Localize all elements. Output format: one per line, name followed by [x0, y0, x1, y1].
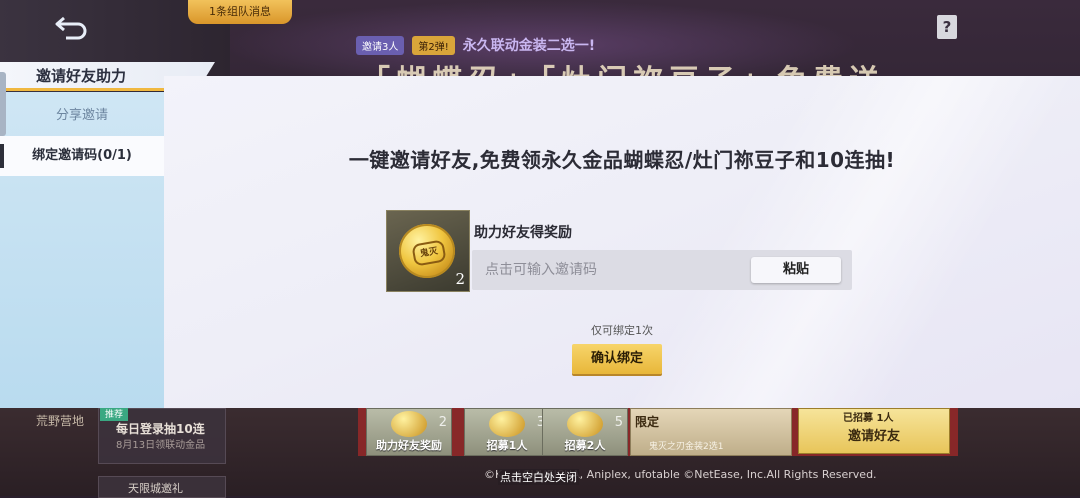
recruited-count: 已招募 1人 [843, 413, 894, 424]
sidebar-item-share-invite[interactable]: 分享邀请 [0, 96, 164, 136]
back-arrow-icon[interactable] [54, 14, 90, 40]
tier-count: 5 [614, 415, 623, 430]
reward-label: 助力好友得奖励 [474, 225, 572, 241]
paste-button[interactable]: 粘贴 [751, 257, 841, 283]
recommend-badge: 推荐 [100, 406, 129, 421]
coin-emblem: 鬼灭 [411, 239, 447, 267]
bind-limit-note: 仅可绑定1次 [591, 324, 653, 337]
panel-sheen [620, 76, 1080, 408]
reward-item-card[interactable]: 鬼灭 2 [386, 210, 470, 292]
reward-count: 2 [455, 270, 465, 288]
coin-icon [391, 411, 427, 437]
invite-friends-card[interactable]: 已招募 1人 邀请好友 [798, 408, 950, 454]
tier-label: 招募2人 [564, 439, 606, 452]
invite-code-box: 粘贴 [472, 250, 852, 290]
limited-tag: 限定 [635, 415, 660, 429]
sidebar-item-label: 绑定邀请码(0/1) [32, 148, 132, 163]
sidebar-item-bind-code[interactable]: 绑定邀请码(0/1) [0, 136, 164, 176]
tier-label: 助力好友奖励 [376, 439, 442, 452]
tier-card-recruit-2[interactable]: 5 招募2人 [542, 408, 628, 456]
tier-card-helper[interactable]: 2 助力好友奖励 [366, 408, 452, 456]
gold-coin-icon: 鬼灭 [399, 224, 455, 278]
tier-label: 招募1人 [486, 439, 528, 452]
event-banner-line: 邀请3人 第2弹! 永久联动金装二选一! [356, 35, 595, 55]
tier-count: 2 [438, 415, 447, 430]
invite-headline: 一键邀请好友,免费领永久金品蝴蝶忍/灶门祢豆子和10连抽! [348, 148, 896, 172]
invite-code-input[interactable] [472, 250, 742, 290]
sidebar-scroll-handle[interactable] [0, 72, 6, 136]
team-message-notice[interactable]: 1条组队消息 [188, 0, 292, 24]
tier-card-recruit-1[interactable]: 3 招募1人 [464, 408, 550, 456]
help-icon[interactable]: ? [937, 15, 957, 39]
dialog-sidebar: 分享邀请 绑定邀请码(0/1) [0, 92, 164, 408]
banner-text: 永久联动金装二选一! [462, 38, 596, 54]
invite-count-chip: 邀请3人 [356, 35, 405, 55]
coin-icon [567, 411, 603, 437]
limited-subtitle: 鬼灭之刃金装2选1 [649, 442, 724, 452]
limited-reward-card[interactable]: 限定 鬼灭之刃金装2选1 [630, 408, 792, 456]
daily-login-subtitle: 8月13日领联动金品 [116, 440, 206, 451]
coin-icon [489, 411, 525, 437]
wild-camp-label: 荒野营地 [36, 414, 85, 428]
confirm-bind-button[interactable]: 确认绑定 [572, 344, 662, 374]
round-chip: 第2弹! [412, 35, 455, 55]
invite-friends-label: 邀请好友 [847, 429, 900, 444]
second-event-title: 天限城邀礼 [128, 482, 183, 495]
daily-login-title: 每日登录抽10连 [116, 422, 205, 436]
sidebar-item-label: 分享邀请 [55, 108, 108, 123]
close-hint[interactable]: 点击空白处关闭 [498, 469, 579, 485]
